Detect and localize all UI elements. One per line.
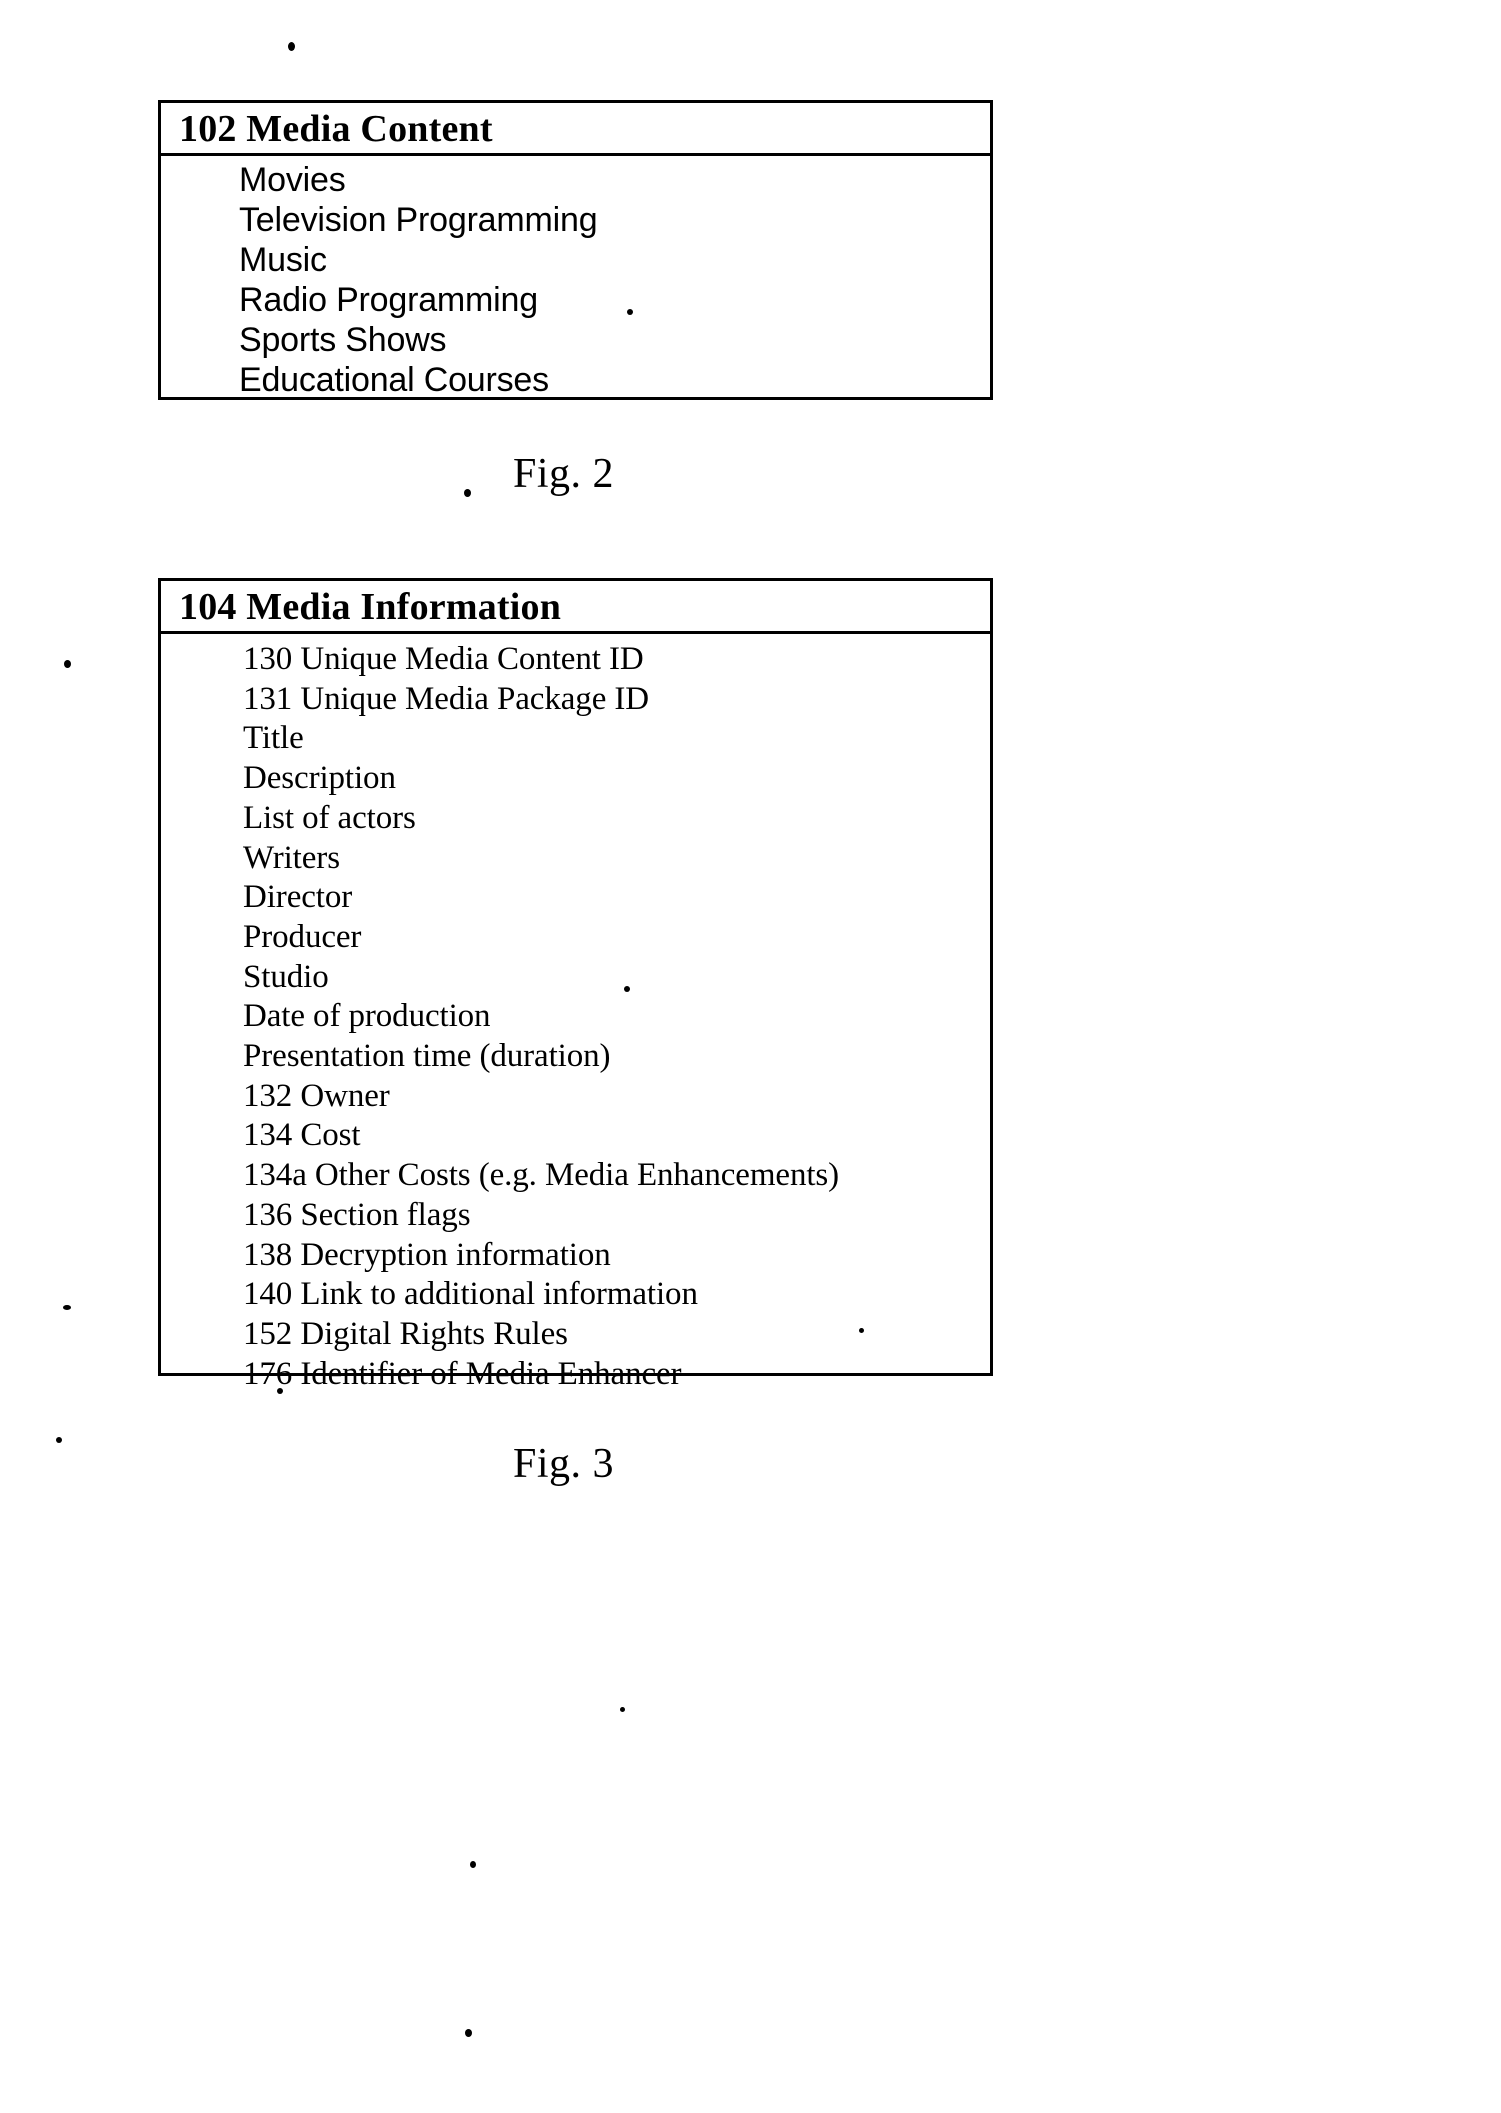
figure-caption-fig2: Fig. 2 xyxy=(513,451,615,497)
scan-speck xyxy=(470,1861,476,1868)
list-item: Description xyxy=(243,760,396,797)
figure-caption-fig3: Fig. 3 xyxy=(513,1441,615,1487)
list-item: List of actors xyxy=(243,799,416,836)
list-item: 131 Unique Media Package ID xyxy=(243,680,650,717)
list-item: Radio Programming xyxy=(239,281,538,319)
list-item: 130 Unique Media Content ID xyxy=(243,641,644,677)
list-item: Date of production xyxy=(243,998,491,1035)
scan-speck xyxy=(465,2029,472,2037)
list-item: 140 Link to additional information xyxy=(243,1276,698,1313)
list-item: Studio xyxy=(243,958,329,995)
list-item: Educational Courses xyxy=(239,361,549,399)
scan-speck xyxy=(627,309,633,315)
scan-speck xyxy=(63,1305,71,1310)
media-content-list: Movies Television Programming Music Radi… xyxy=(161,156,990,400)
list-item: Director xyxy=(243,879,353,916)
list-item: 134a Other Costs (e.g. Media Enhancement… xyxy=(243,1157,840,1194)
scan-speck xyxy=(859,1328,864,1333)
scan-speck xyxy=(277,1388,283,1394)
list-item: Movies xyxy=(239,161,346,199)
list-item: 132 Owner xyxy=(243,1077,390,1114)
media-information-header: 104 Media Information xyxy=(161,581,990,634)
list-item: Presentation time (duration) xyxy=(243,1038,611,1075)
list-item: Music xyxy=(239,241,327,279)
list-item: Writers xyxy=(243,839,340,876)
scan-speck xyxy=(64,660,71,668)
media-information-list: 130 Unique Media Content ID 131 Unique M… xyxy=(161,634,990,1394)
list-item: 138 Decryption information xyxy=(243,1236,611,1273)
list-item: 176 Identifier of Media Enhancer xyxy=(243,1355,682,1392)
list-item: 134 Cost xyxy=(243,1117,361,1154)
list-item: Producer xyxy=(243,918,362,955)
scan-speck xyxy=(624,986,630,992)
list-item: Sports Shows xyxy=(239,321,447,359)
media-content-header: 102 Media Content xyxy=(161,103,990,156)
scan-speck xyxy=(56,1437,62,1443)
list-item: 152 Digital Rights Rules xyxy=(243,1315,568,1352)
scan-speck xyxy=(464,489,471,497)
scan-speck xyxy=(620,1707,625,1712)
scan-speck xyxy=(288,42,295,51)
list-item: Title xyxy=(243,720,304,757)
list-item: Television Programming xyxy=(239,201,598,239)
media-information-box: 104 Media Information 130 Unique Media C… xyxy=(158,578,993,1392)
media-content-box: 102 Media Content Movies Television Prog… xyxy=(158,100,993,400)
list-item: 136 Section flags xyxy=(243,1196,471,1233)
